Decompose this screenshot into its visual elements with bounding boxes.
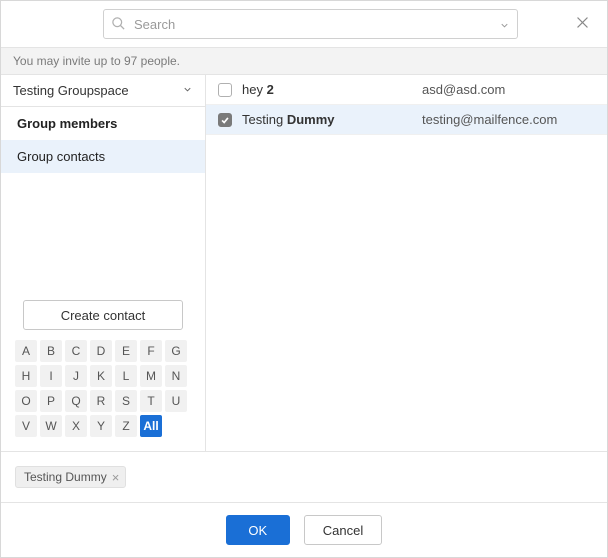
ok-button[interactable]: OK (226, 515, 290, 545)
chip: Testing Dummy × (15, 466, 126, 488)
alphabet-index: ABCDEFG HIJKLMN OPQRSTU VWXYZAll (15, 340, 191, 437)
alpha-y[interactable]: Y (90, 415, 112, 437)
contact-row[interactable]: hey 2asd@asd.com (206, 75, 607, 105)
footer: OK Cancel (1, 502, 607, 557)
alpha-a[interactable]: A (15, 340, 37, 362)
alpha-q[interactable]: Q (65, 390, 87, 412)
search-icon (111, 16, 126, 36)
invite-dialog: You may invite up to 97 people. Testing … (0, 0, 608, 558)
contact-email: asd@asd.com (422, 82, 505, 97)
alpha-i[interactable]: I (40, 365, 62, 387)
chip-remove-icon[interactable]: × (112, 471, 120, 484)
alpha-z[interactable]: Z (115, 415, 137, 437)
nav-list: Group membersGroup contacts (1, 107, 205, 173)
checkbox[interactable] (218, 113, 232, 127)
contact-name: Testing Dummy (242, 112, 422, 127)
cancel-button[interactable]: Cancel (304, 515, 382, 545)
search-input[interactable] (103, 9, 518, 39)
alpha-s[interactable]: S (115, 390, 137, 412)
chevron-down-icon (182, 83, 193, 98)
alpha-c[interactable]: C (65, 340, 87, 362)
sidebar-item-group-contacts[interactable]: Group contacts (1, 140, 205, 173)
alpha-f[interactable]: F (140, 340, 162, 362)
group-select-label: Testing Groupspace (13, 83, 129, 98)
alpha-j[interactable]: J (65, 365, 87, 387)
alpha-x[interactable]: X (65, 415, 87, 437)
alpha-e[interactable]: E (115, 340, 137, 362)
info-bar: You may invite up to 97 people. (1, 47, 607, 75)
alpha-b[interactable]: B (40, 340, 62, 362)
sidebar-item-group-members[interactable]: Group members (1, 107, 205, 140)
create-contact-button[interactable]: Create contact (23, 300, 183, 330)
contacts-list: hey 2asd@asd.comTesting Dummytesting@mai… (206, 75, 607, 451)
alpha-p[interactable]: P (40, 390, 62, 412)
alpha-u[interactable]: U (165, 390, 187, 412)
group-select[interactable]: Testing Groupspace (1, 75, 205, 107)
sidebar-bottom: Create contact ABCDEFG HIJKLMN OPQRSTU VWXY… (1, 292, 205, 451)
alpha-w[interactable]: W (40, 415, 62, 437)
alpha-t[interactable]: T (140, 390, 162, 412)
chip-label: Testing Dummy (24, 470, 107, 484)
middle: Testing Groupspace Group membersGroup co… (1, 75, 607, 451)
alpha-o[interactable]: O (15, 390, 37, 412)
alpha-n[interactable]: N (165, 365, 187, 387)
alpha-d[interactable]: D (90, 340, 112, 362)
alpha-all[interactable]: All (140, 415, 162, 437)
selected-chips: Testing Dummy × (1, 451, 607, 502)
contact-row[interactable]: Testing Dummytesting@mailfence.com (206, 105, 607, 135)
alpha-m[interactable]: M (140, 365, 162, 387)
alpha-h[interactable]: H (15, 365, 37, 387)
top-bar (1, 1, 607, 47)
alpha-g[interactable]: G (165, 340, 187, 362)
sidebar: Testing Groupspace Group membersGroup co… (1, 75, 206, 451)
close-button[interactable] (570, 10, 595, 38)
close-icon (574, 19, 591, 34)
alpha-r[interactable]: R (90, 390, 112, 412)
alpha-v[interactable]: V (15, 415, 37, 437)
contact-email: testing@mailfence.com (422, 112, 557, 127)
contact-name: hey 2 (242, 82, 422, 97)
search-wrap (103, 9, 518, 39)
alpha-l[interactable]: L (115, 365, 137, 387)
alpha-k[interactable]: K (90, 365, 112, 387)
info-text: You may invite up to 97 people. (13, 54, 180, 68)
checkbox[interactable] (218, 83, 232, 97)
